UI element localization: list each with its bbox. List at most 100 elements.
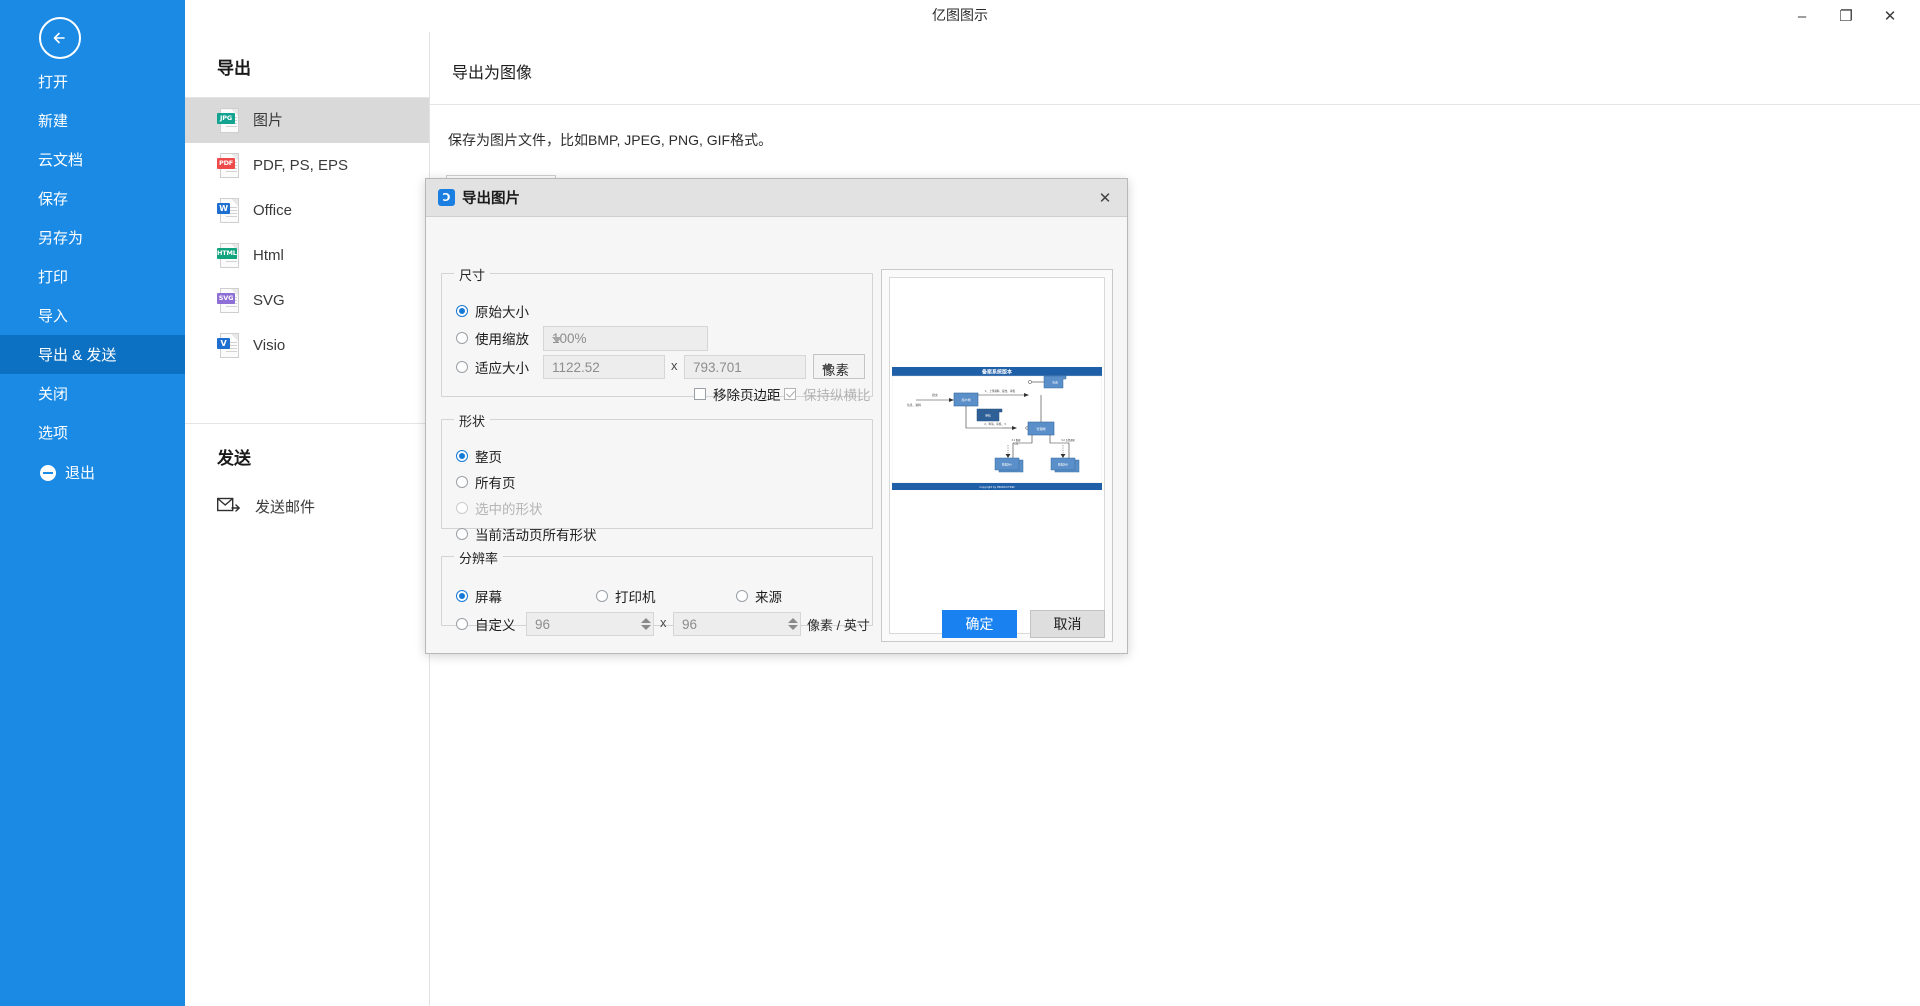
send-email-item[interactable]: 发送邮件: [185, 483, 429, 529]
dialog-title-bar: Ɔ 导出图片 ✕: [426, 179, 1127, 217]
fit-size-option[interactable]: 适应大小: [456, 357, 529, 377]
svg-text:管理端: 管理端: [1036, 426, 1045, 431]
remove-margin-checkbox[interactable]: [694, 388, 706, 400]
sidebar-rail: 打开 新建 云文档 保存 另存为 打印 导入 导出 & 发送 关闭 选项 退出: [0, 0, 185, 1006]
back-arrow-icon: [53, 32, 65, 44]
minimize-icon[interactable]: –: [1780, 2, 1824, 30]
jpg-tag-label: JPG: [217, 112, 235, 124]
title-bar: 亿图图示 – ❐ ✕ 136825...: [0, 0, 1920, 55]
sidebar-item-export-send[interactable]: 导出 & 发送: [0, 335, 185, 374]
svg-text:入库: 入库: [1014, 442, 1019, 446]
dialog-title: 导出图片: [462, 191, 520, 207]
html-file-icon: HTML: [217, 242, 239, 269]
fit-height-input[interactable]: 793.701: [684, 355, 806, 379]
preview-page: 备案系统版本 提交 信息、资料 用户端 1、上传资料、提交、审核 查询 审核 2…: [889, 277, 1105, 634]
remove-margin-option[interactable]: 移除页边距: [694, 384, 781, 404]
export-format-html[interactable]: HTML Html: [185, 233, 429, 278]
shape-option-active-page-shapes[interactable]: 当前活动页所有形状: [456, 524, 597, 544]
sidebar-item-open[interactable]: 打开: [0, 62, 185, 101]
dialog-body: 尺寸 原始大小 使用缩放 100% 适应大小 1122.52 x 793.701…: [426, 217, 1127, 654]
svg-text:数据库A: 数据库A: [1002, 463, 1012, 467]
keep-ratio-label: 保持纵横比: [803, 388, 871, 403]
exit-icon: [40, 464, 56, 481]
cancel-button[interactable]: 取消: [1030, 610, 1105, 638]
shape-option-all-pages[interactable]: 所有页: [456, 472, 516, 492]
selected-shapes-label: 选中的形状: [475, 502, 543, 517]
selected-shapes-radio: [456, 502, 468, 514]
export-format-label: Office: [253, 202, 292, 219]
dialog-footer: 确定 取消: [426, 594, 1127, 654]
keep-ratio-option[interactable]: 保持纵横比: [784, 384, 871, 404]
size-unit-dropdown[interactable]: 像素: [813, 354, 865, 379]
jpg-file-icon: JPG: [217, 107, 239, 134]
divider: [430, 104, 1920, 105]
svg-text:审核: 审核: [985, 414, 991, 418]
fit-width-input[interactable]: 1122.52: [543, 355, 665, 379]
scale-dropdown[interactable]: 100%: [543, 326, 708, 351]
html-tag-label: HTML: [217, 247, 237, 259]
original-size-option[interactable]: 原始大小: [456, 301, 529, 321]
page-title: 导出为图像: [452, 65, 533, 82]
svg-tag-label: SVG: [217, 292, 235, 304]
svg-text:提交: 提交: [932, 393, 938, 397]
export-format-label: Visio: [253, 337, 286, 354]
word-file-icon: W: [217, 197, 239, 224]
sidebar-item-close[interactable]: 关闭: [0, 374, 185, 413]
visio-file-icon: V: [217, 332, 239, 359]
maximize-restore-icon[interactable]: ❐: [1824, 2, 1868, 30]
app-logo-icon: Ɔ: [438, 189, 455, 206]
app-title: 亿图图示: [932, 7, 988, 23]
svg-text:用户端: 用户端: [961, 397, 970, 402]
sidebar-item-exit-label: 退出: [65, 465, 96, 482]
sidebar-item-options[interactable]: 选项: [0, 413, 185, 452]
all-pages-radio[interactable]: [456, 476, 468, 488]
active-page-shapes-label: 当前活动页所有形状: [475, 528, 597, 543]
sidebar-item-import[interactable]: 导入: [0, 296, 185, 335]
keep-ratio-checkbox[interactable]: [784, 388, 796, 400]
original-size-label: 原始大小: [475, 305, 529, 320]
svg-text:3.2 反馈通知: 3.2 反馈通知: [1061, 438, 1075, 442]
sidebar-item-new[interactable]: 新建: [0, 101, 185, 140]
sidebar-item-print[interactable]: 打印: [0, 257, 185, 296]
use-scale-label: 使用缩放: [475, 332, 529, 347]
active-page-shapes-radio[interactable]: [456, 528, 468, 540]
sidebar-item-cloud-doc[interactable]: 云文档: [0, 140, 185, 179]
export-image-dialog: Ɔ 导出图片 ✕ 尺寸 原始大小 使用缩放 100% 适应大小 1122.52 …: [425, 178, 1128, 654]
whole-page-radio[interactable]: [456, 450, 468, 462]
back-button[interactable]: [39, 17, 81, 59]
export-format-svg[interactable]: SVG SVG: [185, 278, 429, 323]
shape-option-whole-page[interactable]: 整页: [456, 446, 502, 466]
export-format-office[interactable]: W Office: [185, 188, 429, 233]
size-x-separator: x: [671, 358, 678, 373]
svg-text:信息、资料: 信息、资料: [907, 403, 921, 407]
original-size-radio[interactable]: [456, 305, 468, 317]
fit-size-radio[interactable]: [456, 361, 468, 373]
app-window: 亿图图示 – ❐ ✕ 136825... 打开: [0, 0, 1920, 1006]
word-tag-label: W: [217, 202, 230, 214]
use-scale-radio[interactable]: [456, 332, 468, 344]
export-column: 导出 JPG 图片 PDF PDF, PS, EPS W Office HTML…: [185, 32, 430, 1006]
export-format-image[interactable]: JPG 图片: [185, 98, 429, 143]
close-icon[interactable]: ✕: [1868, 2, 1912, 30]
sidebar-item-save[interactable]: 保存: [0, 179, 185, 218]
sidebar-item-save-as[interactable]: 另存为: [0, 218, 185, 257]
shape-option-selected-shapes: 选中的形状: [456, 498, 543, 518]
pdf-file-icon: PDF: [217, 152, 239, 179]
visio-tag-label: V: [217, 337, 230, 349]
dialog-close-icon[interactable]: ✕: [1093, 187, 1117, 209]
use-scale-option[interactable]: 使用缩放: [456, 328, 529, 348]
sidebar-item-exit[interactable]: 退出: [0, 453, 185, 492]
resolution-group-legend: 分辨率: [454, 548, 504, 567]
export-format-visio[interactable]: V Visio: [185, 323, 429, 368]
export-preview: 备案系统版本 提交 信息、资料 用户端 1、上传资料、提交、审核 查询 审核 2…: [881, 269, 1113, 642]
export-format-label: Html: [253, 247, 284, 264]
ok-button[interactable]: 确定: [942, 610, 1017, 638]
export-format-label: SVG: [253, 292, 285, 309]
fit-size-label: 适应大小: [475, 361, 529, 376]
svg-text:数据库B: 数据库B: [1058, 463, 1068, 467]
export-format-pdf[interactable]: PDF PDF, PS, EPS: [185, 143, 429, 188]
svg-text:查询: 查询: [1052, 381, 1058, 385]
send-email-label: 发送邮件: [255, 498, 316, 516]
mail-icon: [216, 497, 241, 515]
all-pages-label: 所有页: [475, 476, 516, 491]
